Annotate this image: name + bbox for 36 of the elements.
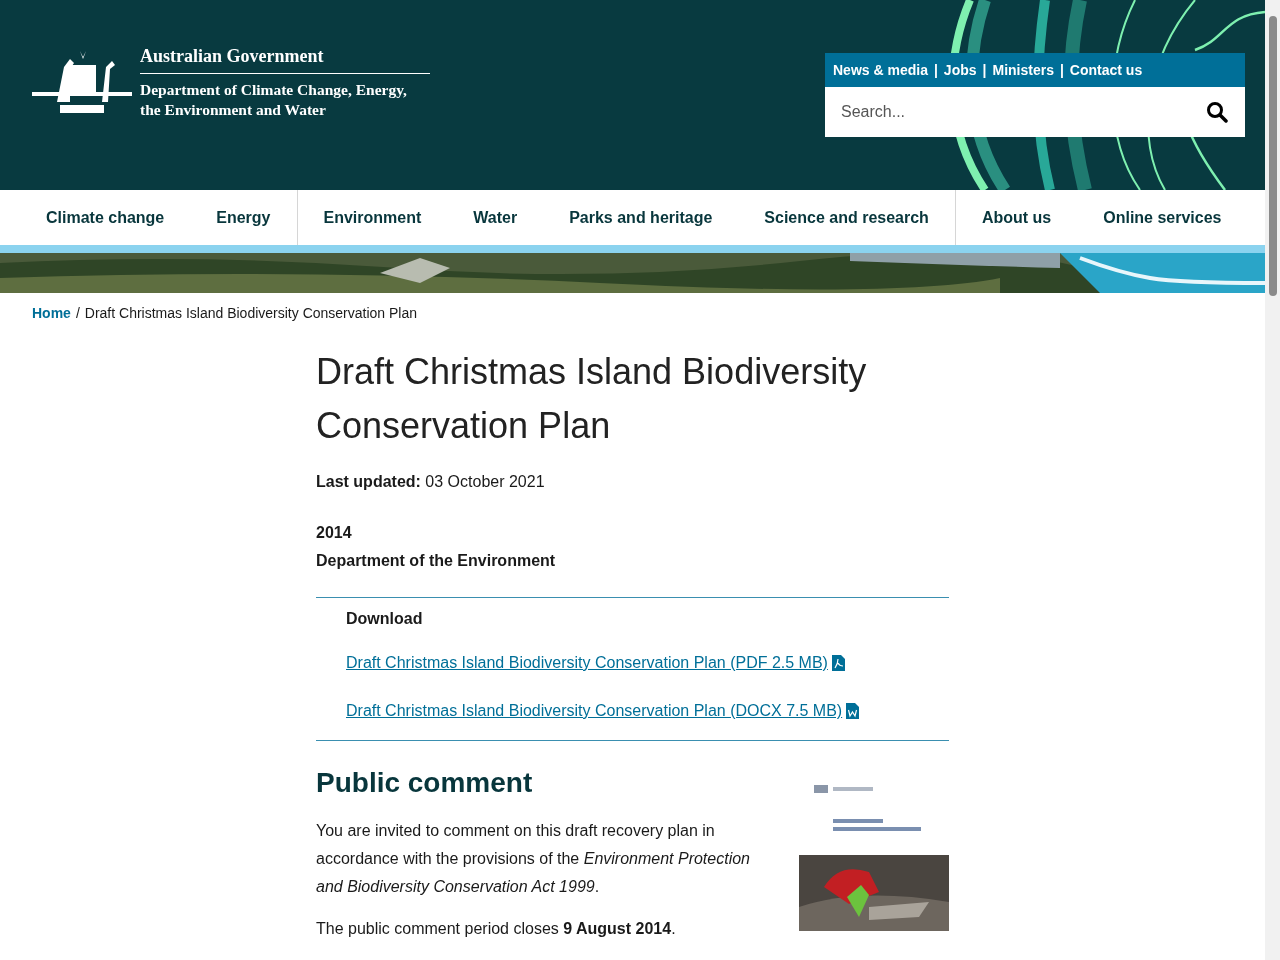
nav-link[interactable]: About us — [981, 208, 1052, 227]
nav-link[interactable]: Parks and heritage — [569, 208, 713, 227]
nav-link[interactable]: Climate change — [46, 208, 165, 227]
breadcrumb-separator: / — [75, 305, 80, 321]
breadcrumb-link[interactable]: Home — [32, 305, 71, 321]
government-name: Australian Government — [140, 46, 430, 74]
publication-year: 2014 — [316, 523, 353, 543]
search-button[interactable] — [1189, 87, 1245, 137]
utility-link[interactable]: Ministers — [992, 62, 1054, 78]
word-file-icon — [846, 703, 860, 719]
pdf-file-icon — [831, 655, 845, 671]
nav-link[interactable]: Online services — [1103, 208, 1222, 227]
breadcrumb-current: Draft Christmas Island Biodiversity Conservation Plan — [84, 305, 418, 321]
paragraph: The public comment period closes 9 August 2014. — [316, 919, 677, 939]
last-updated: Last updated: 03 October 2021 — [316, 473, 546, 491]
scrollbar[interactable] — [1265, 0, 1280, 960]
separator: | — [982, 62, 987, 78]
separator: | — [1059, 62, 1064, 78]
nav-link[interactable]: Water — [473, 208, 518, 227]
paragraph: You are invited to comment on this draft recovery plan in accordance with the provisions of the Environment Protection and Biodiversity Conservation Act 1999. — [316, 821, 751, 897]
page-title: Draft Christmas Island Biodiversity Conservation Plan — [316, 350, 868, 448]
nav-link[interactable]: Energy — [216, 208, 271, 227]
nav-link[interactable]: Environment — [323, 208, 422, 227]
utility-link[interactable]: Contact us — [1069, 62, 1143, 78]
download-link[interactable]: Draft Christmas Island Biodiversity Conservation Plan (PDF 2.5 MB) — [346, 654, 828, 672]
separator: | — [933, 62, 938, 78]
download-link[interactable]: Draft Christmas Island Biodiversity Conservation Plan (DOCX 7.5 MB) — [346, 702, 843, 720]
publication-author: Department of the Environment — [316, 551, 557, 571]
department-name: Department of Climate Change, Energy, the Environment and Water — [140, 80, 408, 120]
download-heading: Download — [346, 610, 424, 628]
search-icon — [1206, 101, 1228, 123]
section-heading: Public comment — [316, 767, 534, 799]
utility-link[interactable]: News & media — [833, 62, 928, 78]
nav-link[interactable]: Science and research — [764, 208, 929, 227]
search-field[interactable]: Search... — [825, 87, 1189, 137]
utility-link[interactable]: Jobs — [943, 62, 977, 78]
